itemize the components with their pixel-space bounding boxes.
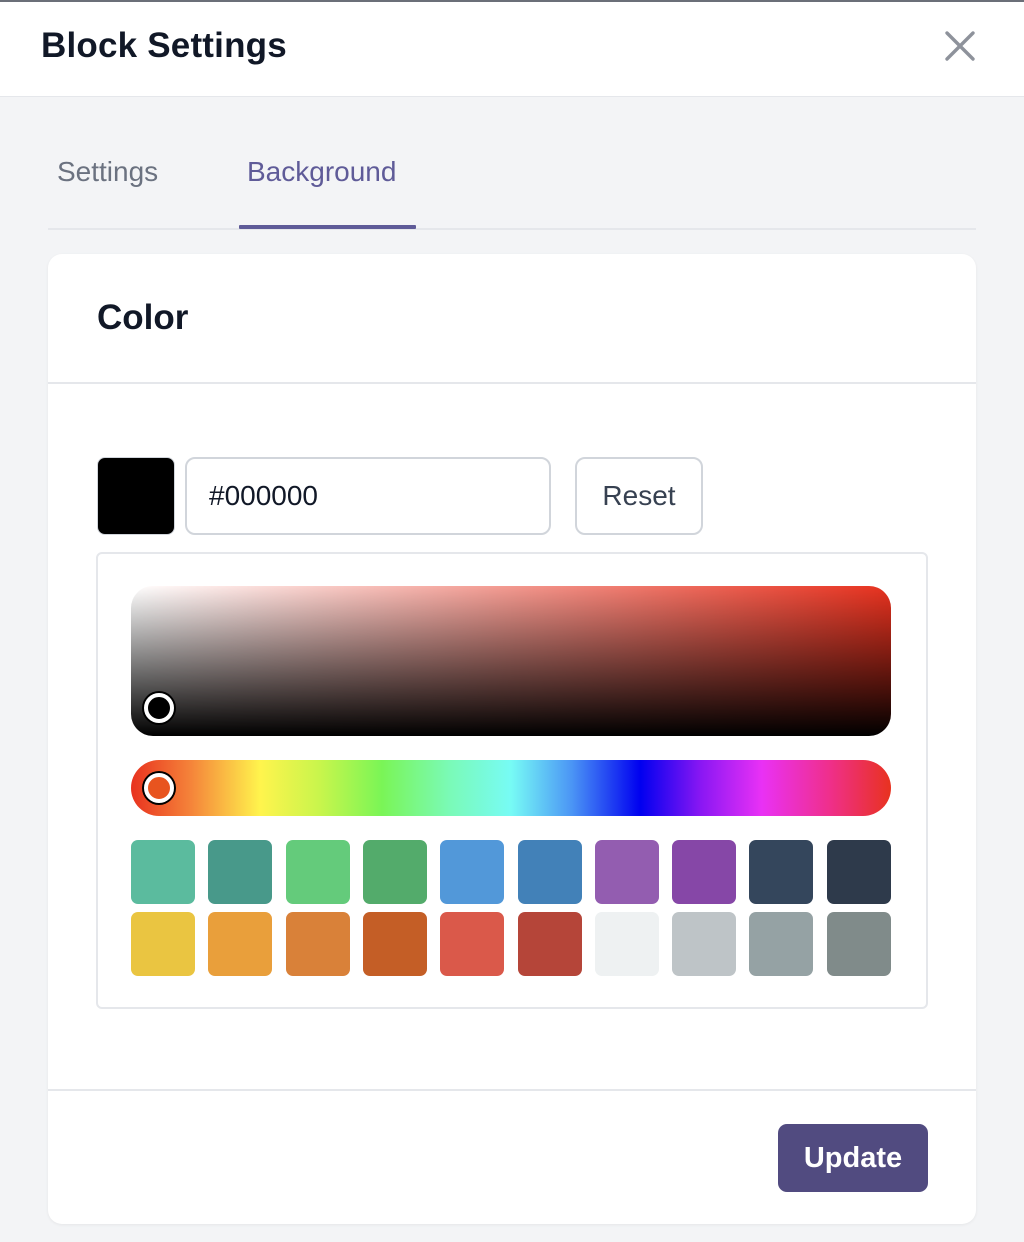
- palette-swatch[interactable]: [131, 840, 195, 904]
- palette-swatch[interactable]: [826, 840, 891, 904]
- close-button[interactable]: [940, 26, 980, 66]
- palette-swatch[interactable]: [672, 912, 737, 976]
- palette-swatch[interactable]: [440, 912, 505, 976]
- palette-swatch[interactable]: [749, 912, 814, 976]
- tab-background[interactable]: Background: [247, 156, 396, 188]
- saturation-value-handle[interactable]: [144, 693, 174, 723]
- color-picker: [96, 552, 928, 1009]
- palette-swatch[interactable]: [594, 840, 659, 904]
- color-card: Color Reset Update: [48, 254, 976, 1224]
- palette-swatch[interactable]: [517, 912, 582, 976]
- palette-swatch[interactable]: [672, 840, 737, 904]
- palette-swatch[interactable]: [362, 840, 427, 904]
- tab-settings[interactable]: Settings: [57, 156, 158, 188]
- palette-swatch[interactable]: [749, 840, 814, 904]
- preset-palette: [131, 840, 891, 976]
- section-title: Color: [97, 298, 189, 337]
- current-color-swatch[interactable]: [97, 457, 175, 535]
- palette-swatch[interactable]: [362, 912, 427, 976]
- palette-swatch[interactable]: [594, 912, 659, 976]
- header: Block Settings: [0, 2, 1024, 97]
- palette-swatch[interactable]: [517, 840, 582, 904]
- update-button[interactable]: Update: [778, 1124, 928, 1192]
- hue-slider-handle[interactable]: [144, 773, 174, 803]
- divider: [48, 1089, 976, 1091]
- palette-swatch[interactable]: [285, 840, 350, 904]
- close-icon: [945, 31, 975, 61]
- page-title: Block Settings: [41, 26, 287, 65]
- divider: [48, 382, 976, 384]
- palette-swatch[interactable]: [208, 840, 273, 904]
- tab-bar: Settings Background: [48, 130, 976, 230]
- palette-swatch[interactable]: [208, 912, 273, 976]
- palette-swatch[interactable]: [131, 912, 195, 976]
- reset-button[interactable]: Reset: [575, 457, 703, 535]
- palette-swatch[interactable]: [826, 912, 891, 976]
- saturation-value-area[interactable]: [131, 586, 891, 736]
- palette-swatch[interactable]: [285, 912, 350, 976]
- active-tab-indicator: [239, 225, 416, 229]
- palette-swatch[interactable]: [440, 840, 505, 904]
- hue-slider[interactable]: [131, 760, 891, 816]
- hex-color-input[interactable]: [185, 457, 551, 535]
